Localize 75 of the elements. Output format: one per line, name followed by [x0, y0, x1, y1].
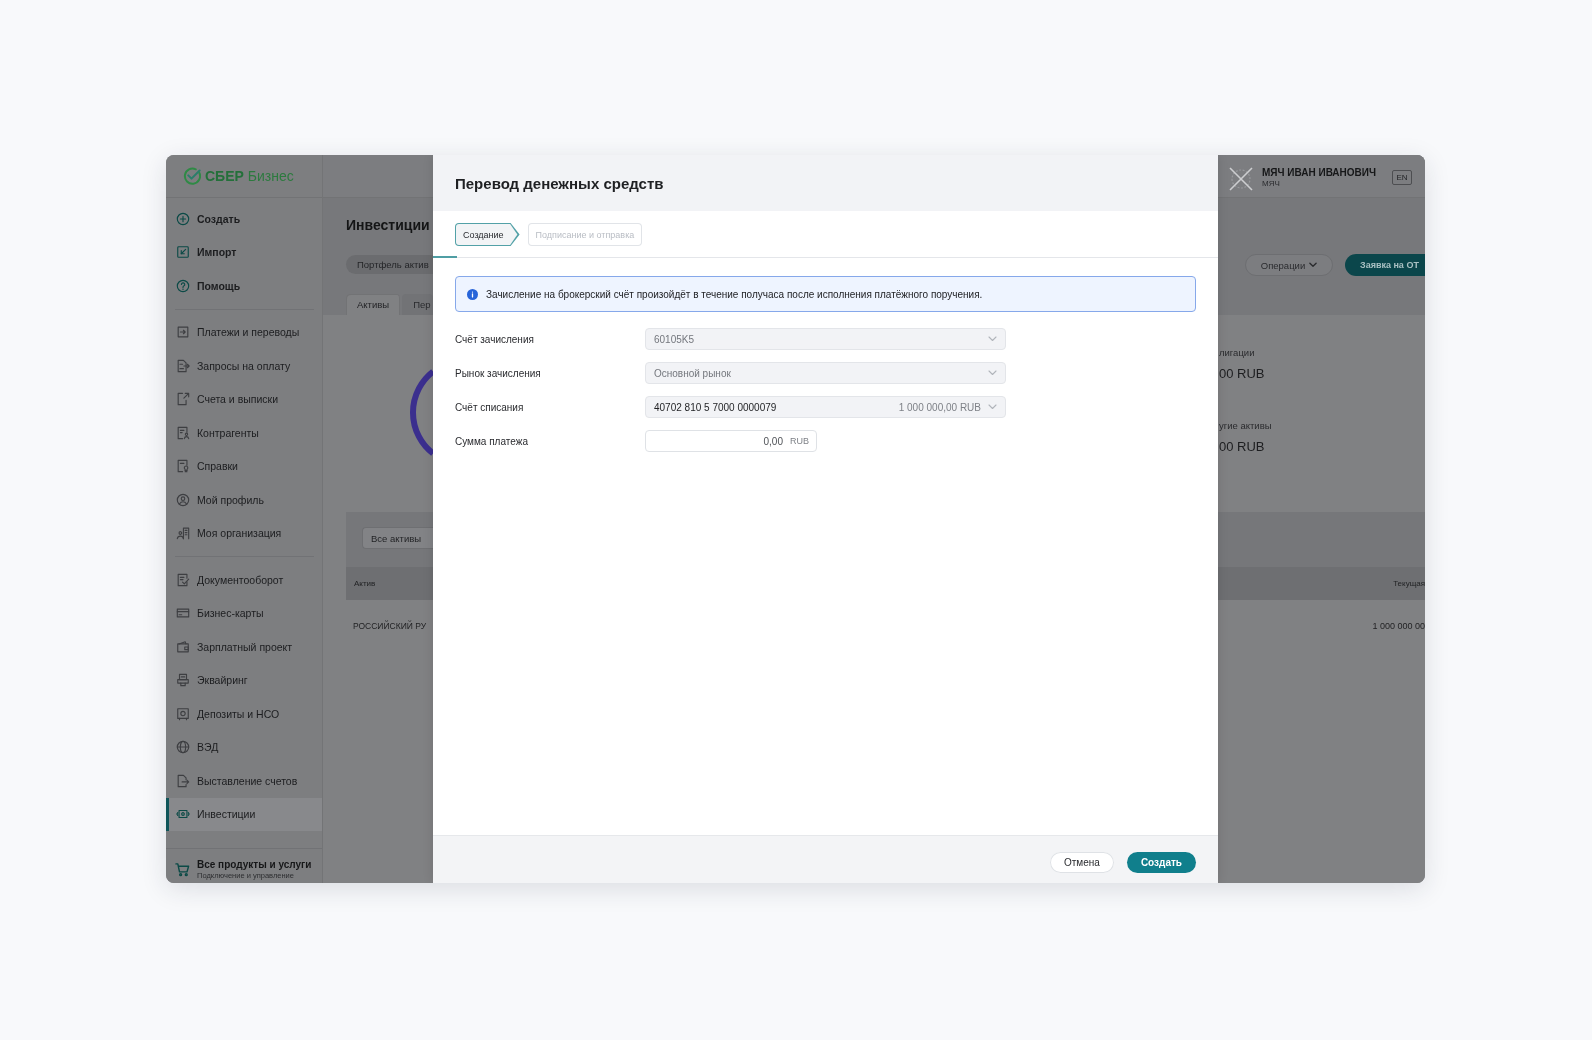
arrow-box-icon — [176, 325, 190, 340]
portfolio-button[interactable]: Портфель актив — [346, 255, 433, 274]
help-icon — [176, 278, 190, 293]
request-button[interactable]: Заявка на ОТ — [1345, 254, 1425, 276]
terminal-icon — [176, 673, 190, 688]
page-title: Инвестиции — [346, 216, 431, 235]
profile-icon — [176, 492, 190, 507]
sidebar-item[interactable]: Справки — [166, 449, 322, 483]
info-message: Зачисление на брокерский счёт произойдёт в течение получаса после исполнения платёжного поручения. — [486, 288, 983, 300]
column-header: Текущая — [1393, 579, 1425, 588]
document-bulb-icon — [176, 459, 190, 474]
tab[interactable]: Активы — [346, 294, 401, 315]
document-person-icon — [176, 425, 190, 440]
products-link[interactable]: Все продукты и услуги — [197, 858, 312, 871]
chevron-down-icon — [988, 404, 997, 410]
sidebar-item[interactable]: Импорт — [166, 235, 322, 269]
sidebar-item[interactable]: Зарплатный проект — [166, 630, 322, 664]
document-export-icon — [176, 392, 190, 407]
field-label: Счёт зачисления — [455, 333, 535, 345]
sidebar-item[interactable]: Платежи и переводы — [166, 315, 322, 349]
modal-title: Перевод денежных средств — [455, 174, 664, 192]
summary-label: угие активы — [1219, 419, 1273, 433]
sidebar-item[interactable]: Выставление счетов — [166, 764, 322, 798]
sidebar-item[interactable]: Создать — [166, 202, 322, 236]
column-header: Актив — [354, 579, 376, 588]
sidebar-item[interactable]: Инвестиции — [166, 797, 322, 831]
field-label: Счёт списания — [455, 401, 525, 413]
wallet-icon — [176, 639, 190, 654]
sidebar-item[interactable]: Счета и выписки — [166, 382, 322, 416]
summary-amount: 00 RUB — [1219, 438, 1266, 456]
operations-button[interactable]: Операции — [1245, 254, 1333, 276]
globe-icon — [176, 740, 190, 755]
avatar-icon — [1229, 166, 1253, 191]
create-button[interactable]: Создать — [1126, 852, 1196, 873]
tab[interactable]: Пер — [402, 294, 433, 315]
sidebar-item[interactable]: Эквайринг — [166, 663, 322, 697]
chevron-down-icon — [988, 336, 997, 342]
document-share-icon — [176, 773, 190, 788]
field-label: Рынок зачисления — [455, 367, 542, 379]
card-icon — [176, 606, 190, 621]
import-icon — [176, 245, 190, 260]
sidebar-item[interactable]: Мой профиль — [166, 483, 322, 517]
document-arrow-icon — [176, 358, 190, 373]
plus-circle-icon — [176, 211, 190, 226]
language-button[interactable]: EN — [1392, 170, 1412, 185]
cart-icon — [175, 861, 190, 877]
balance-text: 1 000 000,00 RUB — [898, 401, 981, 413]
cancel-button[interactable]: Отмена — [1050, 852, 1114, 873]
field-label: Сумма платежа — [455, 435, 529, 447]
document-check-icon — [176, 572, 190, 587]
chevron-down-icon — [988, 370, 997, 376]
organization-name: МЯЧ — [1262, 178, 1281, 189]
summary-label: лигации — [1219, 346, 1256, 360]
sidebar-item[interactable]: Моя организация — [166, 516, 322, 550]
filter-select[interactable]: Все активы — [362, 527, 433, 549]
table-cell: РОССИЙСКИЙ РУ — [353, 621, 427, 631]
sidebar-item[interactable]: Депозиты и НСО — [166, 697, 322, 731]
sidebar-item[interactable]: Документооборот — [166, 563, 322, 597]
step-tab[interactable]: Создание — [455, 223, 520, 246]
sidebar-item[interactable]: Контрагенты — [166, 416, 322, 450]
table-cell: 1 000 000 00 — [1372, 621, 1425, 631]
summary-amount: 00 RUB — [1219, 365, 1266, 383]
sidebar-item[interactable]: Запросы на оплату — [166, 349, 322, 383]
chevron-down-icon — [1309, 262, 1318, 268]
logo-text: СБЕР Бизнес — [205, 168, 294, 184]
select-field[interactable]: 40702 810 5 7000 0000079 1 000 000,00 RUB — [645, 396, 1006, 418]
logo-icon — [183, 167, 201, 185]
sidebar-item[interactable]: Помощь — [166, 269, 322, 303]
sidebar-item[interactable]: ВЭД — [166, 730, 322, 764]
info-icon — [467, 288, 478, 300]
person-building-icon — [176, 526, 190, 541]
safe-icon — [176, 706, 190, 721]
sidebar-item[interactable]: Бизнес-карты — [166, 596, 322, 630]
currency-suffix: RUB — [790, 435, 809, 448]
user-name: МЯЧ ИВАН ИВАНОВИЧ — [1262, 166, 1377, 179]
